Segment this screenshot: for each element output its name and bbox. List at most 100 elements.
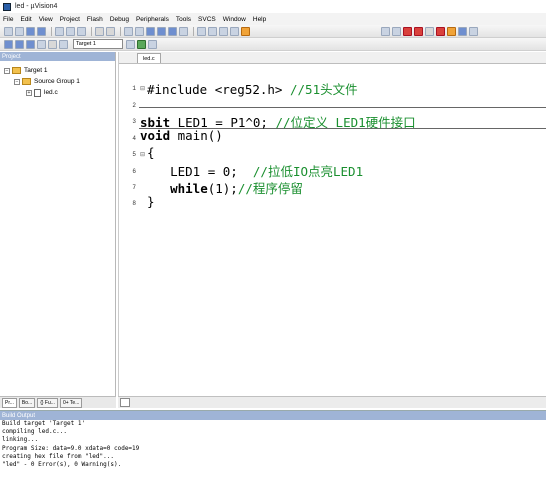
disable-breakpoint-icon[interactable] xyxy=(425,26,434,36)
find-in-files-icon[interactable] xyxy=(241,26,250,36)
tree-node-group[interactable]: − Source Group 1 xyxy=(0,76,115,87)
incremental-find-icon[interactable] xyxy=(392,26,401,36)
build-toolbar: Target 1 xyxy=(0,38,546,51)
tree-node-file[interactable]: + led.c xyxy=(0,87,115,98)
tree-node-file-label: led.c xyxy=(44,89,58,96)
line-number: 7 xyxy=(132,184,136,191)
copy-icon[interactable] xyxy=(66,26,75,36)
collapse-icon[interactable]: − xyxy=(14,78,20,85)
build-output-header: Build Output xyxy=(0,411,546,420)
save-icon[interactable] xyxy=(26,26,35,36)
file-extensions-icon[interactable] xyxy=(148,39,157,49)
breakpoint-icon[interactable] xyxy=(414,26,423,36)
paste-icon[interactable] xyxy=(77,26,86,36)
code-comment: //位定义 LED1硬件接口 xyxy=(275,115,416,130)
stop-build-icon[interactable] xyxy=(48,39,57,49)
menu-edit[interactable]: Edit xyxy=(20,16,31,23)
scrollbar-thumb[interactable] xyxy=(120,398,130,407)
tab-templates[interactable]: 0+ Te... xyxy=(59,398,83,408)
nav-back-icon[interactable] xyxy=(124,26,133,36)
tab-books[interactable]: Bo... xyxy=(18,398,36,408)
batch-build-icon[interactable] xyxy=(37,39,46,49)
tab-led-c[interactable]: led.c xyxy=(137,53,161,63)
code-token: (1); xyxy=(207,181,238,196)
nav-forward-icon[interactable] xyxy=(135,26,144,36)
bookmark-clear-icon[interactable] xyxy=(179,26,188,36)
menu-help[interactable]: Help xyxy=(253,16,266,23)
code-token: main() xyxy=(170,128,223,143)
code-comment: //拉低IO点亮LED1 xyxy=(252,164,364,179)
project-pane-header: Project xyxy=(0,52,115,61)
expand-icon[interactable]: + xyxy=(26,89,32,96)
translate-icon[interactable] xyxy=(4,39,13,49)
code-keyword: void xyxy=(140,128,171,143)
menu-debug[interactable]: Debug xyxy=(110,16,129,23)
find-dropdown-icon[interactable] xyxy=(381,26,390,36)
bookmark-prev-icon[interactable] xyxy=(157,26,166,36)
tools-icon[interactable] xyxy=(469,26,478,36)
tab-functions[interactable]: {} Fu... xyxy=(37,398,58,408)
code-comment: //51头文件 xyxy=(290,82,358,97)
file-toolbar xyxy=(0,25,546,38)
horizontal-scrollbar[interactable] xyxy=(118,396,546,408)
target-options-icon[interactable] xyxy=(126,39,135,49)
watermark-fade xyxy=(356,430,546,491)
code-line-4: void main() xyxy=(140,128,223,143)
uncomment-icon[interactable] xyxy=(230,26,239,36)
window-title: led - µVision4 xyxy=(15,3,58,10)
code-line-1: #include <reg52.h> //51头文件 xyxy=(147,79,358,98)
code-token: #include <reg52.h> xyxy=(147,82,290,97)
menu-flash[interactable]: Flash xyxy=(87,16,103,23)
menu-window[interactable]: Window xyxy=(223,16,246,23)
code-token: LED1 = 0; xyxy=(140,164,253,179)
collapse-icon[interactable]: − xyxy=(4,67,10,74)
menu-view[interactable]: View xyxy=(39,16,53,23)
rebuild-icon[interactable] xyxy=(26,39,35,49)
code-editor: led.c 1 2 3 4 5 6 7 8 ⊟ ⊟ #include <reg5… xyxy=(118,52,546,408)
line-number: 1 xyxy=(132,85,136,92)
save-all-icon[interactable] xyxy=(37,26,46,36)
menu-svcs[interactable]: SVCS xyxy=(198,16,216,23)
cut-icon[interactable] xyxy=(55,26,64,36)
code-area[interactable]: 1 2 3 4 5 6 7 8 ⊟ ⊟ #include <reg52.h> /… xyxy=(119,64,546,396)
download-icon[interactable] xyxy=(59,39,68,49)
comment-icon[interactable] xyxy=(219,26,228,36)
bookmark-next-icon[interactable] xyxy=(168,26,177,36)
new-file-icon[interactable] xyxy=(4,26,13,36)
target-select[interactable]: Target 1 xyxy=(73,39,123,49)
undo-icon[interactable] xyxy=(95,26,104,36)
code-line-7: while(1);//程序停留 xyxy=(140,178,303,197)
target-folder-icon xyxy=(12,67,21,74)
line-number: 8 xyxy=(132,200,136,207)
kill-breakpoints-icon[interactable] xyxy=(436,26,445,36)
project-pane-tabs: Pr... Bo... {} Fu... 0+ Te... xyxy=(0,396,116,408)
bookmark-icon[interactable] xyxy=(146,26,155,36)
menu-tools[interactable]: Tools xyxy=(176,16,191,23)
code-line-8: } xyxy=(147,194,155,209)
window-layout-icon[interactable] xyxy=(458,26,467,36)
fold-marker-icon[interactable]: ⊟ xyxy=(140,151,145,158)
tree-node-target-label: Target 1 xyxy=(24,67,48,74)
code-comment: //程序停留 xyxy=(237,181,303,196)
configure-icon[interactable] xyxy=(447,26,456,36)
redo-icon[interactable] xyxy=(106,26,115,36)
tab-project[interactable]: Pr... xyxy=(2,398,17,408)
menu-project[interactable]: Project xyxy=(60,16,80,23)
tree-node-target[interactable]: − Target 1 xyxy=(0,65,115,76)
unindent-icon[interactable] xyxy=(208,26,217,36)
editor-tabstrip: led.c xyxy=(119,52,546,64)
code-line-5: { xyxy=(147,145,155,160)
group-folder-icon xyxy=(22,78,31,85)
fold-marker-icon[interactable]: ⊟ xyxy=(140,85,145,92)
tree-node-group-label: Source Group 1 xyxy=(34,78,80,85)
debug-session-icon[interactable] xyxy=(403,26,412,36)
title-bar: led - µVision4 xyxy=(0,0,546,13)
app-icon xyxy=(3,2,11,11)
build-icon[interactable] xyxy=(15,39,24,49)
open-folder-icon[interactable] xyxy=(15,26,24,36)
menu-peripherals[interactable]: Peripherals xyxy=(136,16,169,23)
menu-file[interactable]: File xyxy=(3,16,13,23)
manage-components-icon[interactable] xyxy=(137,39,146,49)
indent-icon[interactable] xyxy=(197,26,206,36)
project-pane: Project − Target 1 − Source Group 1 + le… xyxy=(0,52,116,404)
